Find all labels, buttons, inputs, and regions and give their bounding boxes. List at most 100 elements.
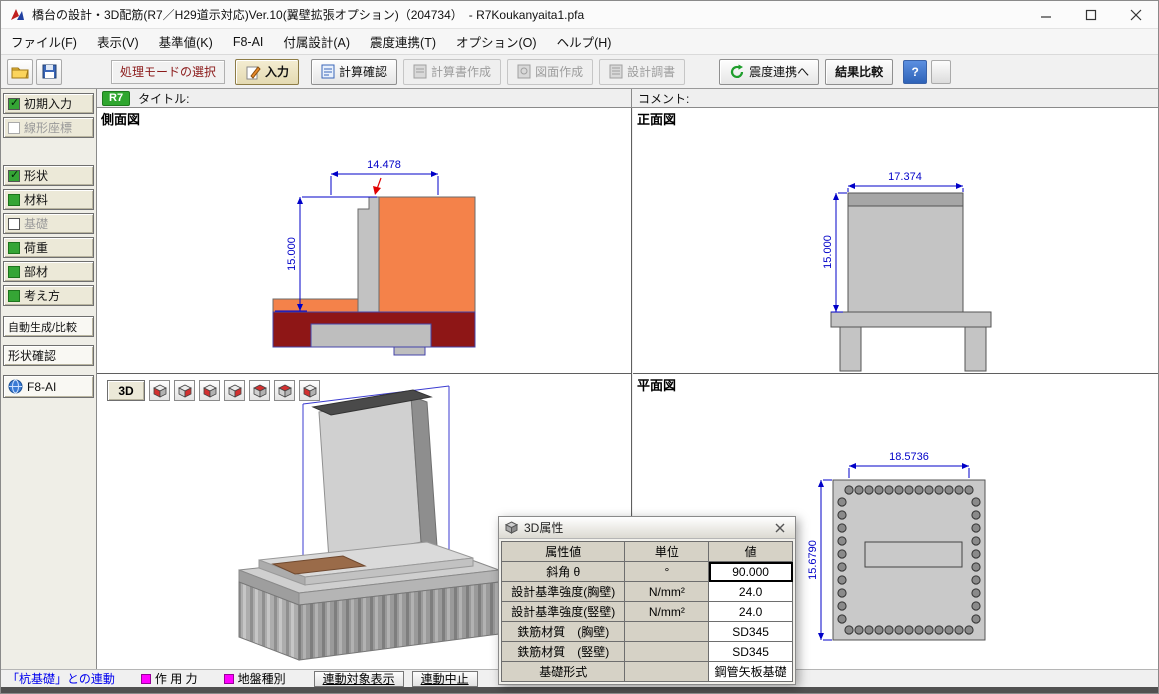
cube-icon (505, 521, 518, 534)
attr-value-cell[interactable]: SD345 (709, 642, 793, 662)
save-file-button[interactable] (36, 59, 62, 85)
attr-value-cell[interactable]: SD345 (709, 622, 793, 642)
menu-seismic-link[interactable]: 震度連携(T) (360, 29, 446, 54)
menubar: ファイル(F) 表示(V) 基準値(K) F8-AI 付属設計(A) 震度連携(… (1, 29, 1158, 55)
calc-report-button: 計算書作成 (403, 59, 501, 85)
view-cube-button-1[interactable] (149, 380, 170, 401)
pencil-icon (245, 64, 261, 80)
col-header-attr: 属性値 (502, 542, 625, 562)
help-button[interactable]: ? (903, 60, 927, 84)
attr-value-cell[interactable]: 90.000 (709, 562, 793, 582)
sidebar-item-member[interactable]: 部材 (3, 261, 94, 282)
link-cancel-button[interactable]: 連動中止 (412, 671, 478, 687)
magenta-square-icon (141, 674, 151, 684)
svg-text:17.374: 17.374 (888, 171, 922, 183)
f8ai-button[interactable]: F8-AI (3, 375, 94, 398)
view-3d-button[interactable]: 3D (107, 380, 145, 401)
plan-view-label: 平面図 (637, 375, 676, 394)
calc-confirm-button[interactable]: 計算確認 (311, 59, 397, 85)
attr-name: 基礎形式 (502, 662, 625, 682)
table-row: 設計基準強度(胸壁) N/mm² 24.0 (502, 582, 793, 602)
side-view-panel: 側面図 14.478 15.000 (97, 108, 632, 374)
view-cube-button-3[interactable] (199, 380, 220, 401)
dialog-close-icon[interactable] (771, 519, 789, 537)
attr-unit (625, 662, 709, 682)
pile-foundation-link-label: 「杭基礎」との連動 (7, 670, 115, 687)
sidebar-item-initial-input[interactable]: 初期入力 (3, 93, 94, 114)
sidebar-item-alignment: 線形座標 (3, 117, 94, 138)
attributes-table: 属性値 単位 値 斜角 θ ° 90.000 設計基準強度(胸壁) N/mm² … (501, 541, 793, 682)
open-file-button[interactable] (7, 59, 33, 85)
maximize-button[interactable] (1068, 1, 1113, 28)
action-force-legend: 作 用 力 (141, 670, 198, 687)
input-mode-button[interactable]: 入力 (235, 59, 299, 85)
calc-confirm-label: 計算確認 (339, 63, 387, 80)
three-d-attributes-dialog: 3D属性 属性値 単位 値 斜角 θ ° 90.000 設計基準強度(胸壁) N… (498, 516, 796, 685)
front-view-drawing: 17.374 15.000 (633, 108, 1159, 374)
minimize-button[interactable] (1023, 1, 1068, 28)
link-target-display-button[interactable]: 連動対象表示 (314, 671, 404, 687)
svg-text:15.6790: 15.6790 (807, 540, 819, 580)
close-button[interactable] (1113, 1, 1158, 28)
seismic-link-label: 震度連携へ (749, 63, 809, 80)
attr-unit: N/mm² (625, 582, 709, 602)
view-cube-button-7[interactable] (299, 380, 320, 401)
sidebar-item-shape[interactable]: 形状 (3, 165, 94, 186)
toolbar: 処理モードの選択 入力 計算確認 計算書作成 図面作成 設計調書 震度連携へ 結… (1, 55, 1158, 89)
attr-unit: N/mm² (625, 602, 709, 622)
view-cube-button-6[interactable] (274, 380, 295, 401)
view-cube-button-5[interactable] (249, 380, 270, 401)
checkbox-empty-icon (8, 218, 20, 230)
attr-name: 設計基準強度(胸壁) (502, 582, 625, 602)
dialog-titlebar[interactable]: 3D属性 (499, 517, 795, 539)
folder-icon (11, 64, 29, 79)
drawing-icon (517, 64, 531, 79)
view-cube-button-2[interactable] (174, 380, 195, 401)
svg-text:18.5736: 18.5736 (889, 451, 929, 463)
input-mode-label: 入力 (265, 63, 289, 80)
attr-unit: ° (625, 562, 709, 582)
result-compare-button[interactable]: 結果比較 (825, 59, 893, 85)
title-field-label: タイトル: (138, 90, 189, 107)
shape-check-button[interactable]: 形状確認 (3, 345, 94, 366)
menu-standards[interactable]: 基準値(K) (149, 29, 223, 54)
col-header-value: 値 (709, 542, 793, 562)
comment-field-label: コメント: (638, 90, 689, 107)
menu-attached-design[interactable]: 付属設計(A) (273, 29, 360, 54)
svg-text:15.000: 15.000 (822, 235, 834, 269)
attr-value-cell[interactable]: 鋼管矢板基礎 (709, 662, 793, 682)
checkbox-checked-icon (8, 170, 20, 182)
sidebar-item-load[interactable]: 荷重 (3, 237, 94, 258)
attr-value-cell[interactable]: 24.0 (709, 602, 793, 622)
calc-report-label: 計算書作成 (431, 63, 491, 80)
cube-icon (177, 383, 193, 399)
ground-type-legend: 地盤種別 (224, 670, 286, 687)
seismic-link-button[interactable]: 震度連携へ (719, 59, 819, 85)
header-row: R7 タイトル: コメント: (97, 89, 1158, 108)
attr-value-cell[interactable]: 24.0 (709, 582, 793, 602)
table-row: 鉄筋材質 (胸壁) SD345 (502, 622, 793, 642)
view-cube-button-4[interactable] (224, 380, 245, 401)
menu-options[interactable]: オプション(O) (446, 29, 547, 54)
table-row: 設計基準強度(竪壁) N/mm² 24.0 (502, 602, 793, 622)
menu-f8ai[interactable]: F8-AI (223, 32, 274, 52)
attr-name: 斜角 θ (502, 562, 625, 582)
extra-tool-button[interactable] (931, 60, 951, 84)
checkbox-done-icon (8, 290, 20, 302)
mode-select-label: 処理モードの選択 (111, 60, 225, 84)
sidebar-item-approach[interactable]: 考え方 (3, 285, 94, 306)
r7-badge: R7 (102, 91, 130, 106)
auto-generate-button[interactable]: 自動生成/比較 (3, 316, 94, 337)
sidebar-item-material[interactable]: 材料 (3, 189, 94, 210)
menu-file[interactable]: ファイル(F) (1, 29, 87, 54)
svg-text:15.000: 15.000 (286, 237, 298, 271)
titlebar: 橋台の設計・3D配筋(R7／H29道示対応)Ver.10(翼壁拡張オプション)（… (1, 1, 1158, 29)
sidebar: 初期入力 線形座標 形状 材料 基礎 荷重 部材 考え方 自動生成/比較 形状確… (1, 89, 97, 669)
table-row: 基礎形式 鋼管矢板基礎 (502, 662, 793, 682)
front-view-label: 正面図 (637, 109, 676, 128)
menu-help[interactable]: ヘルプ(H) (547, 29, 622, 54)
checkbox-done-icon (8, 266, 20, 278)
side-view-label: 側面図 (101, 109, 140, 128)
window-title: 橋台の設計・3D配筋(R7／H29道示対応)Ver.10(翼壁拡張オプション)（… (32, 6, 584, 23)
menu-view[interactable]: 表示(V) (87, 29, 149, 54)
